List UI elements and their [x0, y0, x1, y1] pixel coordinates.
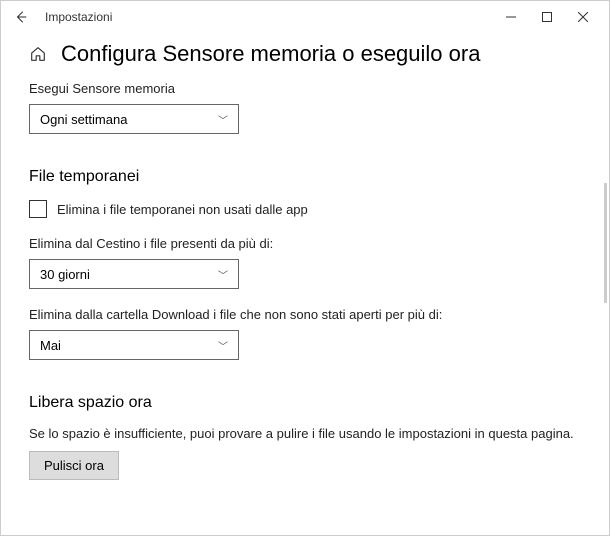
- back-arrow-icon: [14, 10, 28, 24]
- back-button[interactable]: [9, 5, 33, 29]
- page-header: Configura Sensore memoria o eseguilo ora: [29, 41, 581, 67]
- downloads-field: Elimina dalla cartella Download i file c…: [29, 307, 581, 360]
- page-title: Configura Sensore memoria o eseguilo ora: [61, 41, 480, 67]
- run-sensor-value: Ogni settimana: [40, 112, 127, 127]
- chevron-down-icon: ﹀: [218, 112, 228, 127]
- downloads-dropdown[interactable]: Mai ﹀: [29, 330, 239, 360]
- minimize-icon: [506, 12, 516, 22]
- maximize-icon: [542, 12, 552, 22]
- window-title: Impostazioni: [45, 10, 493, 24]
- close-icon: [578, 12, 588, 22]
- titlebar: Impostazioni: [1, 1, 609, 33]
- close-button[interactable]: [565, 3, 601, 31]
- recycle-bin-dropdown[interactable]: 30 giorni ﹀: [29, 259, 239, 289]
- chevron-down-icon: ﹀: [218, 267, 228, 282]
- free-space-info: Se lo spazio è insufficiente, puoi prova…: [29, 426, 581, 441]
- chevron-down-icon: ﹀: [218, 338, 228, 353]
- maximize-button[interactable]: [529, 3, 565, 31]
- recycle-bin-value: 30 giorni: [40, 267, 90, 282]
- recycle-bin-field: Elimina dal Cestino i file presenti da p…: [29, 236, 581, 289]
- content-area: Configura Sensore memoria o eseguilo ora…: [1, 33, 609, 535]
- downloads-label: Elimina dalla cartella Download i file c…: [29, 307, 581, 322]
- delete-temp-checkbox[interactable]: [29, 200, 47, 218]
- run-sensor-label: Esegui Sensore memoria: [29, 81, 581, 96]
- run-sensor-dropdown[interactable]: Ogni settimana ﹀: [29, 104, 239, 134]
- recycle-bin-label: Elimina dal Cestino i file presenti da p…: [29, 236, 581, 251]
- free-space-heading: Libera spazio ora: [29, 394, 581, 412]
- scrollbar[interactable]: [604, 183, 607, 303]
- home-icon[interactable]: [29, 45, 47, 63]
- delete-temp-checkbox-row: Elimina i file temporanei non usati dall…: [29, 200, 581, 218]
- clean-now-button[interactable]: Pulisci ora: [29, 451, 119, 480]
- temp-files-heading: File temporanei: [29, 168, 581, 186]
- delete-temp-label: Elimina i file temporanei non usati dall…: [57, 202, 308, 217]
- window-controls: [493, 3, 601, 31]
- downloads-value: Mai: [40, 338, 61, 353]
- minimize-button[interactable]: [493, 3, 529, 31]
